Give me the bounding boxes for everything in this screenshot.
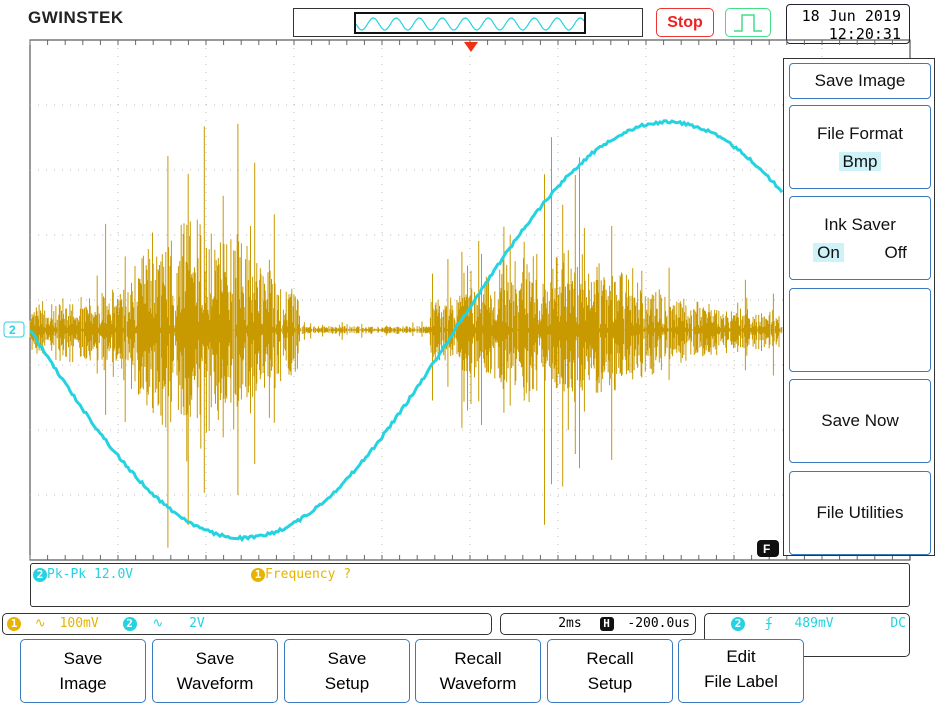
ink-saver-off: Off [884,243,907,262]
ch1-scale: 100mV [59,616,99,631]
rising-edge-icon: ʄ [764,616,773,631]
file-format-button[interactable]: File Format Bmp [789,105,931,189]
waveform-overview [293,8,643,37]
edit-file-label-button[interactable]: Edit File Label [678,639,804,703]
measurement-1: 2 Pk-Pk 12.0V [33,567,133,582]
f-marker: F [763,542,770,556]
ch2-ac-coupling-icon: ∿ [152,616,164,631]
save-waveform-button[interactable]: Save Waveform [152,639,278,703]
recall-waveform-button[interactable]: Recall Waveform [415,639,541,703]
ch2-scale: 2V [189,616,205,631]
measurement-panel: 2 Pk-Pk 12.0V 1 Frequency ? [30,563,910,607]
ch2-ground-marker: 2 [9,323,16,337]
file-format-value: Bmp [838,152,882,171]
ink-saver-button[interactable]: Ink Saver On Off [789,196,931,280]
run-stop-status: Stop [656,8,714,37]
horizontal-position-icon: H [599,616,614,631]
measurement-2: 1 Frequency ? [251,567,351,582]
trigger-position-marker [464,42,478,52]
date: 18 Jun 2019 [801,7,901,25]
trigger-level: 489mV [794,616,834,631]
timebase-scale: 2ms [558,616,582,631]
ch1-badge: 1 [251,567,265,582]
ch1-badge: 1 [7,616,21,631]
ink-saver-label: Ink Saver [824,215,896,234]
overview-window [354,12,586,34]
ch2-badge: 2 [122,616,137,631]
save-now-button[interactable]: Save Now [789,379,931,463]
ch1-ac-coupling-icon: ∿ [34,616,46,631]
channel-status-bar[interactable]: 1 ∿ 100mV 2 ∿ 2V [2,613,492,635]
file-format-label: File Format [817,124,903,143]
save-image-button[interactable]: Save Image [20,639,146,703]
measurement-1-value: Pk-Pk 12.0V [47,567,134,582]
file-utilities-button[interactable]: File Utilities [789,471,931,555]
trigger-source-badge: 2 [731,616,745,631]
empty-menu-button[interactable] [789,288,931,372]
save-image-title: Save Image [789,63,931,99]
gwinstek-logo: GWINSTEK [28,8,124,27]
timebase-status[interactable]: 2ms H -200.0us [500,613,696,635]
trigger-status-icon [725,8,771,37]
horizontal-position: -200.0us [627,616,690,631]
recall-setup-button[interactable]: Recall Setup [547,639,673,703]
save-setup-button[interactable]: Save Setup [284,639,410,703]
side-menu: Save Image File Format Bmp Ink Saver On … [783,58,935,556]
overview-waveform [355,17,585,31]
ink-saver-on: On [813,243,844,262]
measurement-2-value: Frequency ? [265,567,352,582]
trigger-coupling: DC [890,616,906,631]
ch2-badge: 2 [33,567,47,582]
